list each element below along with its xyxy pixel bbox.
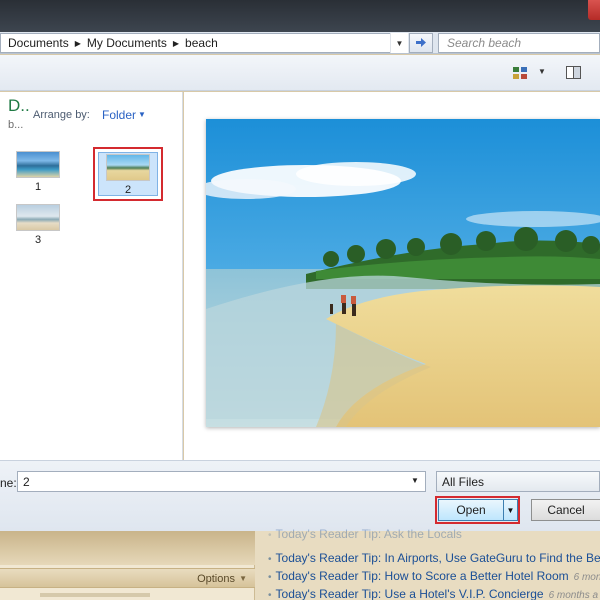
- tip-link[interactable]: Today's Reader Tip: In Airports, Use Gat…: [276, 551, 600, 565]
- image-thumbnail: [106, 154, 150, 181]
- bullet-icon: •: [268, 554, 272, 565]
- options-chevron-down-icon[interactable]: ▼: [239, 574, 247, 583]
- tip-link[interactable]: Today's Reader Tip: Ask the Locals: [276, 527, 462, 541]
- file-type-select[interactable]: All Files: [436, 471, 600, 492]
- options-bar[interactable]: Options ▼: [0, 568, 255, 588]
- breadcrumb-documents[interactable]: Documents: [8, 36, 69, 50]
- library-title: D..: [8, 96, 30, 115]
- background-web-page: Options ▼ • Today's Reader Tip: Ask the L…: [0, 527, 600, 600]
- file-name: 2: [124, 184, 132, 196]
- file-name: 3: [34, 234, 42, 246]
- arrange-chevron-down-icon[interactable]: ▼: [138, 110, 146, 119]
- background-faint-text: [40, 593, 150, 597]
- address-history-chevron-down-icon[interactable]: ▼: [390, 33, 408, 53]
- open-options-chevron-down-icon[interactable]: ▼: [503, 499, 518, 521]
- breadcrumb-separator-icon[interactable]: ▶: [173, 39, 179, 48]
- bullet-icon: •: [268, 590, 272, 600]
- list-item[interactable]: • Today's Reader Tip: In Airports, Use Ga…: [268, 551, 600, 565]
- dialog-bottom-bar: ne: ▼ All Files Open ▼ Cancel: [0, 460, 600, 531]
- views-chevron-down-icon[interactable]: ▼: [538, 67, 546, 76]
- refresh-icon: [415, 38, 426, 47]
- tip-timestamp: 6 months a: [548, 590, 599, 600]
- close-icon[interactable]: [588, 0, 600, 20]
- list-item[interactable]: • Today's Reader Tip: Use a Hotel's V.I.P…: [268, 587, 598, 600]
- bullet-icon: •: [268, 530, 272, 541]
- file-name-chevron-down-icon[interactable]: ▼: [411, 476, 419, 485]
- image-thumbnail: [16, 151, 60, 178]
- address-bar[interactable]: Documents ▶ My Documents ▶ beach: [0, 33, 408, 53]
- library-subtitle: b...: [8, 119, 24, 131]
- preview-pane-icon[interactable]: [566, 66, 581, 79]
- toolbar: ▼: [0, 55, 600, 91]
- file-item[interactable]: 1: [12, 149, 64, 197]
- breadcrumb-separator-icon[interactable]: ▶: [75, 39, 81, 48]
- preview-pane: [184, 92, 600, 460]
- breadcrumb-beach[interactable]: beach: [185, 36, 218, 50]
- refresh-button[interactable]: [409, 33, 433, 53]
- list-item[interactable]: • Today's Reader Tip: How to Score a Bett…: [268, 569, 600, 583]
- tip-link[interactable]: Today's Reader Tip: Use a Hotel's V.I.P.…: [276, 587, 544, 600]
- beach-preview-image: [206, 119, 600, 427]
- breadcrumb-my-documents[interactable]: My Documents: [87, 36, 167, 50]
- arrange-by-label: Arrange by:: [33, 109, 90, 121]
- file-list-pane: D.. b... Arrange by: Folder ▼ 1 2 3: [0, 92, 183, 460]
- cancel-button[interactable]: Cancel: [531, 499, 600, 521]
- reader-tips-list: • Today's Reader Tip: Ask the Locals • Tod…: [262, 527, 600, 600]
- file-item[interactable]: 3: [12, 202, 64, 250]
- tip-timestamp: 6 month: [573, 572, 600, 583]
- list-item[interactable]: • Today's Reader Tip: Ask the Locals: [268, 527, 462, 541]
- tip-link[interactable]: Today's Reader Tip: How to Score a Bette…: [276, 569, 569, 583]
- change-view-icon[interactable]: [513, 67, 527, 79]
- arrange-by-dropdown[interactable]: Folder: [102, 108, 136, 122]
- background-sidebar: Options ▼: [0, 531, 255, 600]
- file-name-label: ne:: [0, 476, 17, 490]
- window-frame: [0, 0, 600, 32]
- background-shade: [0, 531, 255, 565]
- options-label[interactable]: Options: [197, 573, 235, 585]
- open-button[interactable]: Open: [438, 499, 504, 521]
- file-item-selected[interactable]: 2: [93, 147, 163, 201]
- bullet-icon: •: [268, 572, 272, 583]
- search-input[interactable]: Search beach: [438, 33, 600, 53]
- file-name: 1: [34, 181, 42, 193]
- image-thumbnail: [16, 204, 60, 231]
- file-name-input[interactable]: [17, 471, 426, 492]
- address-row: Documents ▶ My Documents ▶ beach ▼ Searc…: [0, 32, 600, 54]
